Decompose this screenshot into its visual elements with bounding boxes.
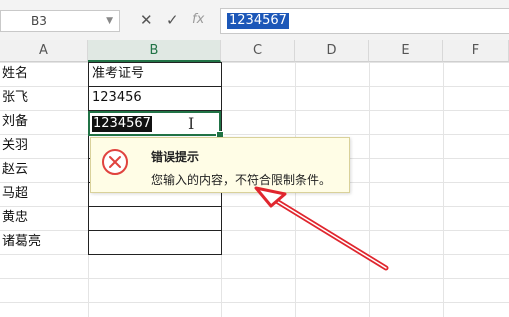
gridline-horizontal bbox=[0, 230, 509, 231]
error-message: 您输入的内容，不符合限制条件。 bbox=[151, 173, 332, 187]
error-tooltip: 错误提示 您输入的内容，不符合限制条件。 bbox=[90, 137, 350, 193]
error-title: 错误提示 bbox=[151, 150, 200, 164]
insert-function-icon[interactable]: fx bbox=[192, 12, 204, 27]
cell-border bbox=[88, 62, 222, 63]
cell-a6[interactable]: 马超 bbox=[2, 186, 28, 202]
gridline-horizontal bbox=[0, 62, 509, 63]
cell-a3[interactable]: 刘备 bbox=[2, 114, 28, 130]
column-header-c[interactable]: C bbox=[221, 40, 295, 62]
gridline-horizontal bbox=[0, 278, 509, 279]
cell-a2[interactable]: 张飞 bbox=[2, 90, 28, 106]
column-header-b[interactable]: B bbox=[88, 40, 221, 62]
active-cell-text: 1234567 bbox=[92, 116, 152, 132]
cell-border bbox=[88, 254, 222, 255]
gridline-horizontal bbox=[0, 134, 509, 135]
column-header-d[interactable]: D bbox=[295, 40, 369, 62]
cancel-icon[interactable]: ✕ bbox=[140, 11, 153, 29]
formula-value: 1234567 bbox=[227, 13, 289, 29]
ibeam-cursor-icon: I bbox=[188, 114, 195, 133]
gridline-horizontal bbox=[0, 86, 509, 87]
cell-border bbox=[88, 230, 222, 231]
gridline-horizontal bbox=[0, 206, 509, 207]
name-box[interactable]: B3 ▼ bbox=[0, 10, 120, 32]
cell-a4[interactable]: 关羽 bbox=[2, 138, 28, 154]
formula-input[interactable]: 1234567 bbox=[220, 8, 509, 34]
cell-b1[interactable]: 准考证号 bbox=[92, 66, 144, 82]
gridline-horizontal bbox=[0, 254, 509, 255]
cell-a1[interactable]: 姓名 bbox=[2, 66, 28, 82]
error-x-circle-icon bbox=[102, 149, 128, 175]
column-header-e[interactable]: E bbox=[369, 40, 443, 62]
cell-b2[interactable]: 123456 bbox=[92, 90, 142, 106]
cell-border bbox=[88, 206, 222, 207]
cell-a5[interactable]: 赵云 bbox=[2, 162, 28, 178]
formula-bar: B3 ▼ ✕ ✓ fx 1234567 bbox=[0, 0, 509, 41]
cell-a8[interactable]: 诸葛亮 bbox=[2, 234, 41, 250]
cell-border bbox=[88, 86, 222, 87]
name-box-value: B3 bbox=[31, 14, 47, 28]
confirm-icon[interactable]: ✓ bbox=[166, 11, 179, 29]
column-header-f[interactable]: F bbox=[443, 40, 509, 62]
cell-a7[interactable]: 黄忠 bbox=[2, 210, 28, 226]
gridline-horizontal bbox=[0, 110, 509, 111]
chevron-down-icon[interactable]: ▼ bbox=[106, 11, 113, 31]
column-header-a[interactable]: A bbox=[0, 40, 88, 62]
gridline-horizontal bbox=[0, 302, 509, 303]
